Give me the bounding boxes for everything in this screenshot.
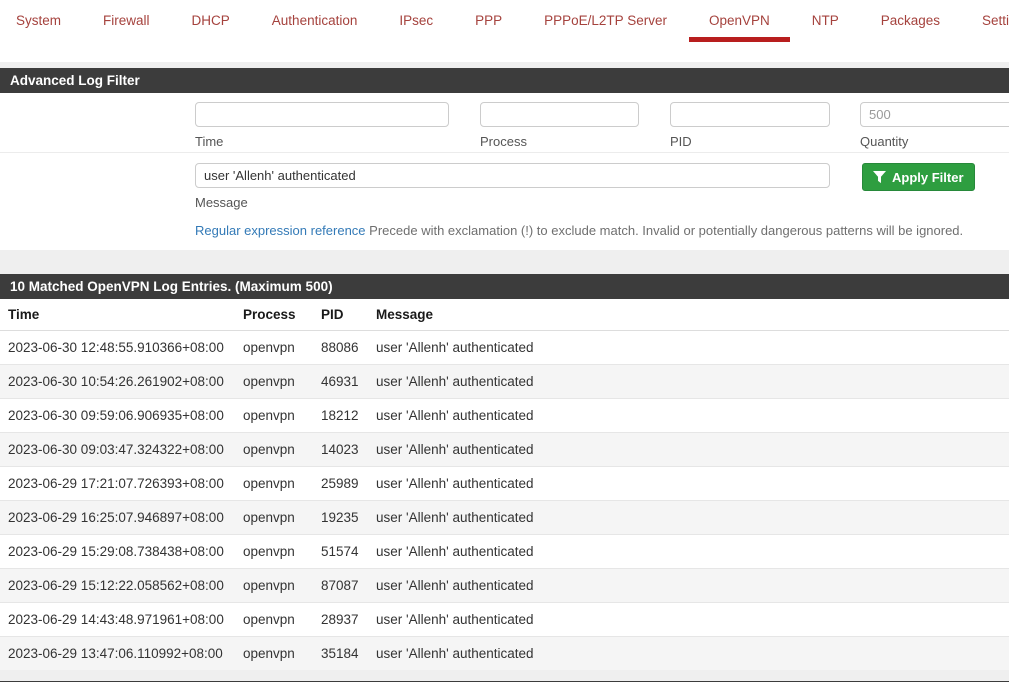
time-field-group: Time bbox=[195, 102, 449, 149]
log-process-cell: openvpn bbox=[235, 603, 313, 637]
log-pid-cell: 51574 bbox=[313, 535, 368, 569]
log-pid-cell: 25989 bbox=[313, 467, 368, 501]
log-process-cell: openvpn bbox=[235, 535, 313, 569]
log-process-cell: openvpn bbox=[235, 399, 313, 433]
quantity-field-group: Quantity bbox=[860, 102, 1009, 149]
message-field-group: Message bbox=[195, 163, 830, 210]
log-message-cell: user 'Allenh' authenticated bbox=[368, 433, 1009, 467]
log-process-cell: openvpn bbox=[235, 433, 313, 467]
log-table-row: 2023-06-29 14:43:48.971961+08:00 openvpn… bbox=[0, 603, 1009, 637]
tab-settings[interactable]: Settings bbox=[982, 0, 1009, 62]
message-filter-input[interactable] bbox=[195, 163, 830, 188]
log-message-cell: user 'Allenh' authenticated bbox=[368, 399, 1009, 433]
log-process-cell: openvpn bbox=[235, 501, 313, 535]
log-table-row: 2023-06-29 16:25:07.946897+08:00 openvpn… bbox=[0, 501, 1009, 535]
log-panel-title: 10 Matched OpenVPN Log Entries. (Maximum… bbox=[0, 274, 1009, 299]
message-field-label: Message bbox=[195, 195, 830, 210]
tab-dhcp[interactable]: DHCP bbox=[192, 0, 230, 62]
quantity-filter-input[interactable] bbox=[860, 102, 1009, 127]
tab-packages[interactable]: Packages bbox=[881, 0, 940, 62]
filter-panel-title: Advanced Log Filter bbox=[0, 68, 1009, 93]
tab-ipsec[interactable]: IPsec bbox=[399, 0, 433, 62]
log-time-cell: 2023-06-29 15:29:08.738438+08:00 bbox=[0, 535, 235, 569]
log-time-cell: 2023-06-30 09:03:47.324322+08:00 bbox=[0, 433, 235, 467]
log-message-cell: user 'Allenh' authenticated bbox=[368, 569, 1009, 603]
time-field-label: Time bbox=[195, 134, 449, 149]
log-message-cell: user 'Allenh' authenticated bbox=[368, 365, 1009, 399]
filter-form: Time Process PID Quantity Message Apply … bbox=[0, 93, 1009, 250]
apply-filter-button[interactable]: Apply Filter bbox=[862, 163, 975, 191]
column-header-message: Message bbox=[368, 299, 1009, 331]
log-table-row: 2023-06-30 09:59:06.906935+08:00 openvpn… bbox=[0, 399, 1009, 433]
log-table-row: 2023-06-30 09:03:47.324322+08:00 openvpn… bbox=[0, 433, 1009, 467]
regex-help-text: Precede with exclamation (!) to exclude … bbox=[369, 223, 963, 238]
tab-firewall[interactable]: Firewall bbox=[103, 0, 150, 62]
log-process-cell: openvpn bbox=[235, 331, 313, 365]
process-filter-input[interactable] bbox=[480, 102, 639, 127]
column-header-pid: PID bbox=[313, 299, 368, 331]
log-pid-cell: 88086 bbox=[313, 331, 368, 365]
log-pid-cell: 35184 bbox=[313, 637, 368, 671]
log-pid-cell: 87087 bbox=[313, 569, 368, 603]
process-field-group: Process bbox=[480, 102, 639, 149]
log-table-row: 2023-06-29 15:29:08.738438+08:00 openvpn… bbox=[0, 535, 1009, 569]
apply-filter-label: Apply Filter bbox=[892, 170, 964, 185]
log-pid-cell: 19235 bbox=[313, 501, 368, 535]
pid-filter-input[interactable] bbox=[670, 102, 830, 127]
log-time-cell: 2023-06-29 14:43:48.971961+08:00 bbox=[0, 603, 235, 637]
page-gap bbox=[0, 670, 1009, 681]
log-table-row: 2023-06-29 17:21:07.726393+08:00 openvpn… bbox=[0, 467, 1009, 501]
filter-funnel-icon bbox=[873, 171, 886, 184]
log-process-cell: openvpn bbox=[235, 467, 313, 501]
log-time-cell: 2023-06-29 15:12:22.058562+08:00 bbox=[0, 569, 235, 603]
log-pid-cell: 14023 bbox=[313, 433, 368, 467]
log-message-cell: user 'Allenh' authenticated bbox=[368, 467, 1009, 501]
log-pid-cell: 28937 bbox=[313, 603, 368, 637]
log-table-row: 2023-06-29 15:12:22.058562+08:00 openvpn… bbox=[0, 569, 1009, 603]
log-message-cell: user 'Allenh' authenticated bbox=[368, 603, 1009, 637]
log-pid-cell: 46931 bbox=[313, 365, 368, 399]
quantity-field-label: Quantity bbox=[860, 134, 1009, 149]
tab-authentication[interactable]: Authentication bbox=[272, 0, 358, 62]
process-field-label: Process bbox=[480, 134, 639, 149]
regex-reference-link[interactable]: Regular expression reference bbox=[195, 223, 366, 238]
log-table-container: Time Process PID Message 2023-06-30 12:4… bbox=[0, 299, 1009, 670]
log-time-cell: 2023-06-30 12:48:55.910366+08:00 bbox=[0, 331, 235, 365]
log-message-cell: user 'Allenh' authenticated bbox=[368, 637, 1009, 671]
log-table-row: 2023-06-29 13:47:06.110992+08:00 openvpn… bbox=[0, 637, 1009, 671]
log-process-cell: openvpn bbox=[235, 365, 313, 399]
column-header-process: Process bbox=[235, 299, 313, 331]
log-table-row: 2023-06-30 10:54:26.261902+08:00 openvpn… bbox=[0, 365, 1009, 399]
log-time-cell: 2023-06-29 16:25:07.946897+08:00 bbox=[0, 501, 235, 535]
log-table-row: 2023-06-30 12:48:55.910366+08:00 openvpn… bbox=[0, 331, 1009, 365]
pid-field-group: PID bbox=[670, 102, 830, 149]
log-pid-cell: 18212 bbox=[313, 399, 368, 433]
log-message-cell: user 'Allenh' authenticated bbox=[368, 331, 1009, 365]
log-time-cell: 2023-06-30 09:59:06.906935+08:00 bbox=[0, 399, 235, 433]
column-header-time: Time bbox=[0, 299, 235, 331]
tab-openvpn[interactable]: OpenVPN bbox=[709, 0, 770, 62]
log-table-header-row: Time Process PID Message bbox=[0, 299, 1009, 331]
tab-system[interactable]: System bbox=[16, 0, 61, 62]
tab-pppoe-l2tp-server[interactable]: PPPoE/L2TP Server bbox=[544, 0, 667, 62]
page-gap bbox=[0, 250, 1009, 274]
log-message-cell: user 'Allenh' authenticated bbox=[368, 501, 1009, 535]
tab-ntp[interactable]: NTP bbox=[812, 0, 839, 62]
log-time-cell: 2023-06-29 13:47:06.110992+08:00 bbox=[0, 637, 235, 671]
log-time-cell: 2023-06-30 10:54:26.261902+08:00 bbox=[0, 365, 235, 399]
form-divider bbox=[0, 152, 1009, 153]
log-process-cell: openvpn bbox=[235, 637, 313, 671]
log-message-cell: user 'Allenh' authenticated bbox=[368, 535, 1009, 569]
pid-field-label: PID bbox=[670, 134, 830, 149]
tab-bar: System Firewall DHCP Authentication IPse… bbox=[0, 0, 1009, 62]
time-filter-input[interactable] bbox=[195, 102, 449, 127]
log-process-cell: openvpn bbox=[235, 569, 313, 603]
regex-help-line: Regular expression reference Precede wit… bbox=[195, 223, 1009, 238]
tab-ppp[interactable]: PPP bbox=[475, 0, 502, 62]
log-time-cell: 2023-06-29 17:21:07.726393+08:00 bbox=[0, 467, 235, 501]
log-table: Time Process PID Message 2023-06-30 12:4… bbox=[0, 299, 1009, 670]
